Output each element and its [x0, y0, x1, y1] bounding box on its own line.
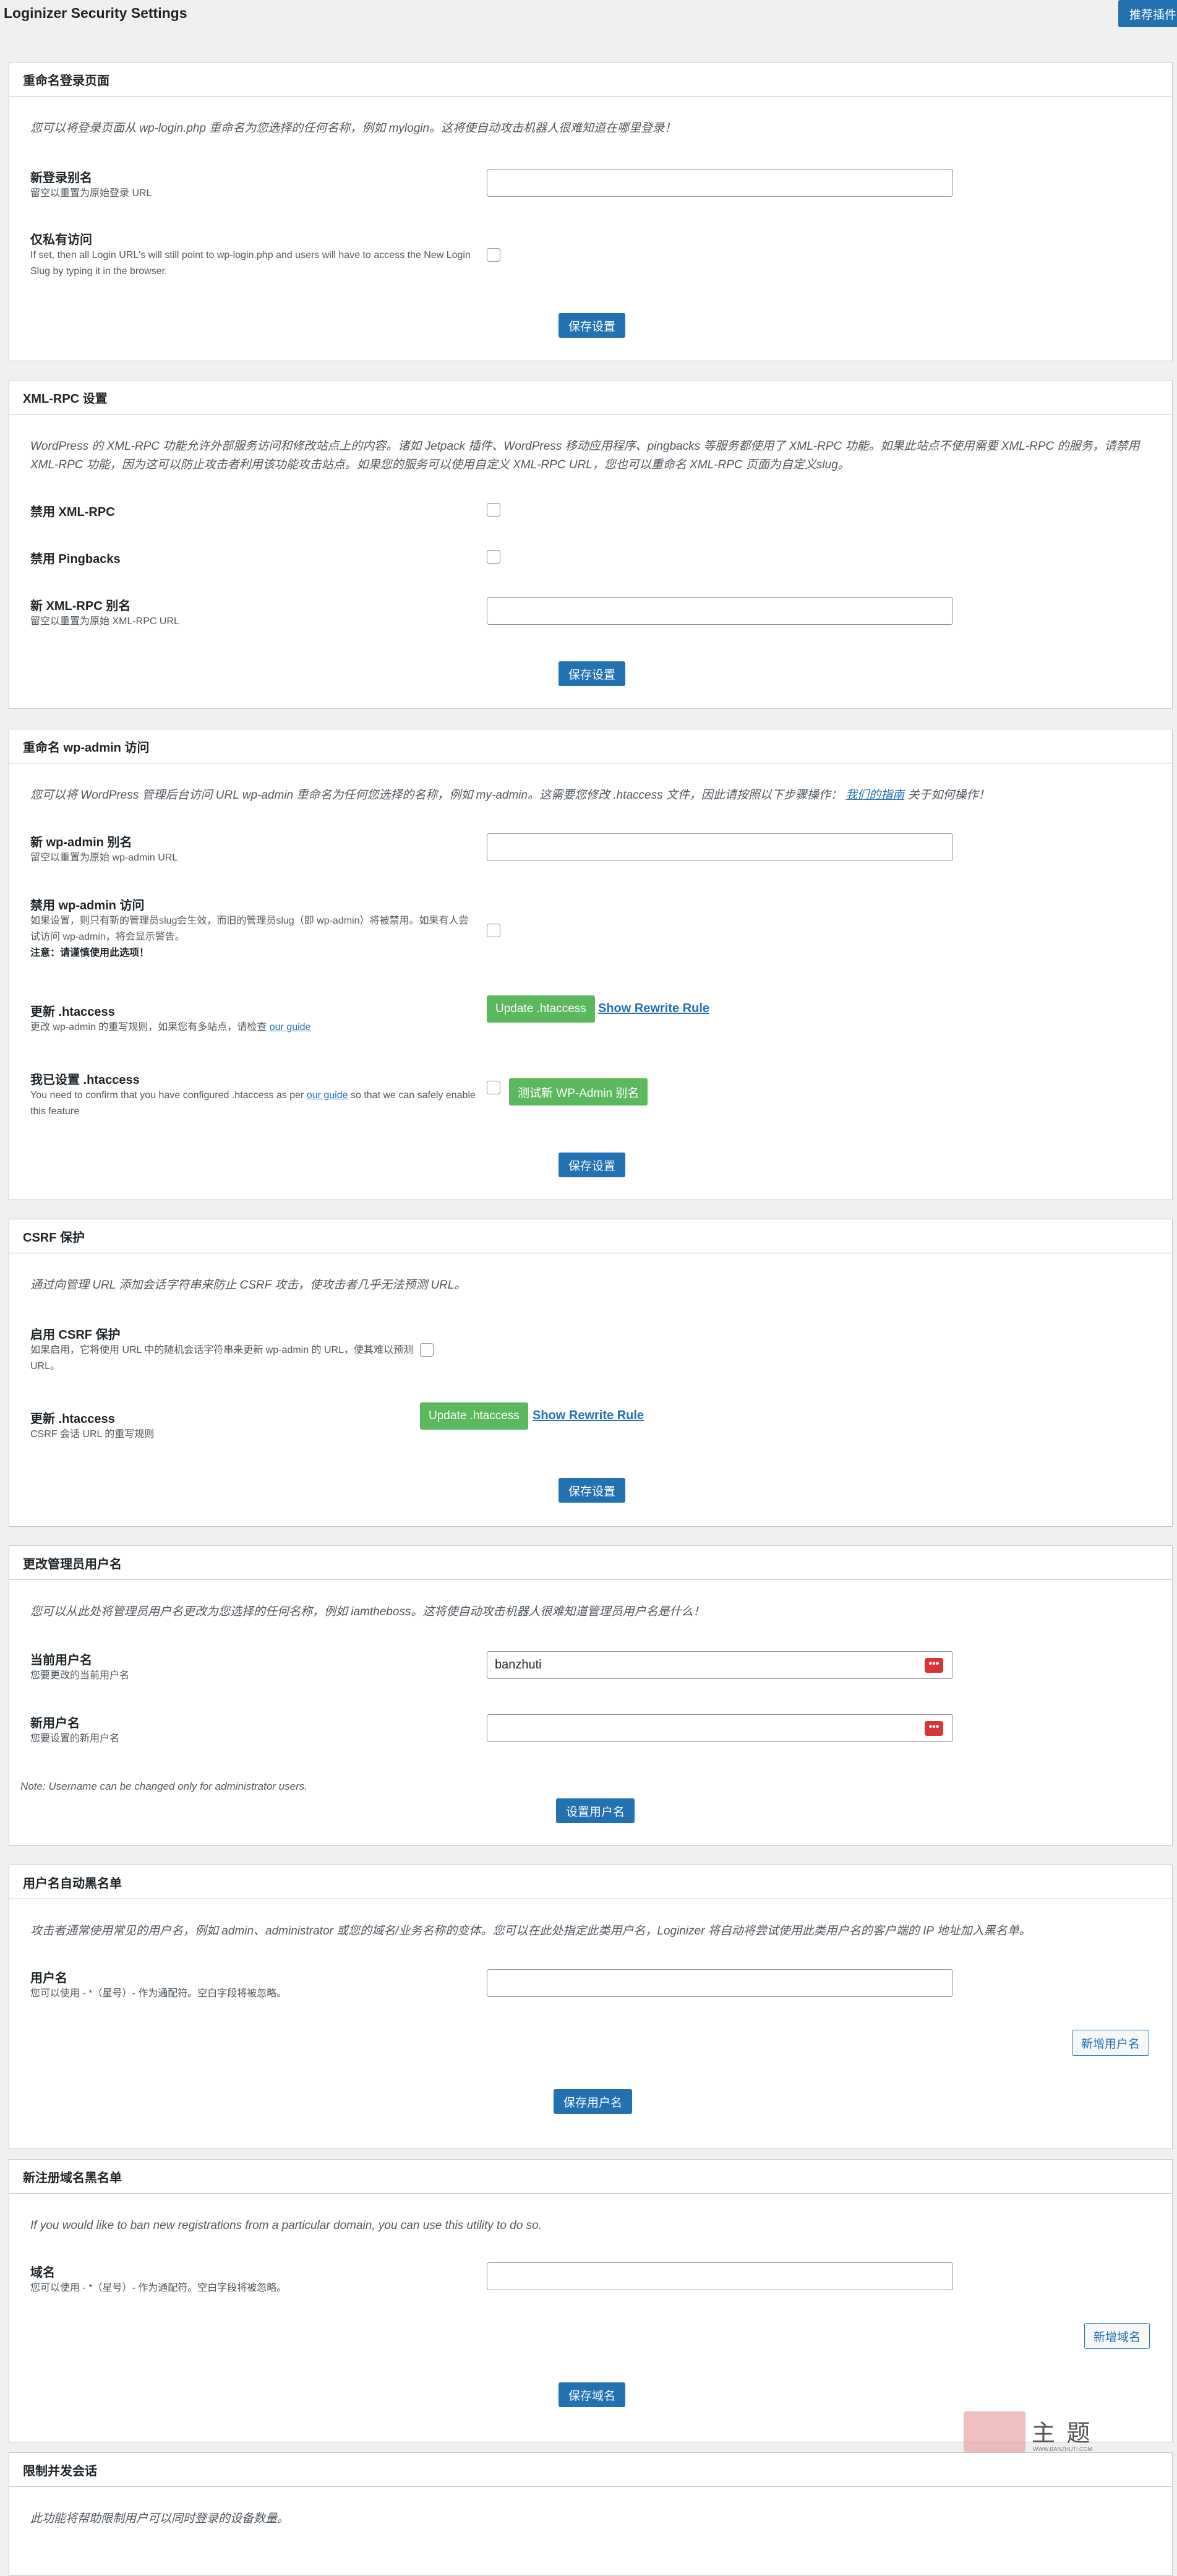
current-username-input[interactable] [487, 1651, 953, 1679]
current-username-help: 您要更改的当前用户名 [30, 1670, 130, 1681]
admin-username-panel: 更改管理员用户名 您可以从此处将管理员用户名更改为您选择的任何名称，例如 iam… [9, 1545, 1173, 1846]
panel-title: CSRF 保护 [9, 1219, 1172, 1253]
private-access-checkbox[interactable] [487, 248, 500, 262]
panel-description: 攻击者通常使用常见的用户名，例如 admin、administrator 或您的… [30, 1925, 1031, 1938]
show-rewrite-rule-link[interactable]: Show Rewrite Rule [533, 1409, 644, 1423]
enable-csrf-checkbox[interactable] [420, 1343, 434, 1357]
disable-wpadmin-checkbox[interactable] [487, 924, 500, 937]
wpadmin-slug-label: 新 wp-admin 别名 [30, 836, 132, 849]
htaccess-configured-help-text: You need to confirm that you have config… [30, 1090, 304, 1101]
save-usernames-button[interactable]: 保存用户名 [554, 2089, 633, 2114]
blacklist-username-label: 用户名 [30, 1972, 67, 1985]
panel-description: 您可以将 WordPress 管理后台访问 URL wp-admin 重命名为任… [30, 786, 1156, 805]
update-htaccess-button[interactable]: Update .htaccess [487, 995, 595, 1023]
description-text-end: 关于如何操作！ [907, 789, 990, 802]
panel-description: If you would like to ban new registratio… [30, 2219, 542, 2232]
panel-title: 限制并发会话 [9, 2453, 1172, 2487]
blacklist-domain-label: 域名 [30, 2266, 55, 2280]
show-rewrite-rule-link[interactable]: Show Rewrite Rule [598, 1002, 709, 1016]
csrf-panel: CSRF 保护 通过向管理 URL 添加会话字符串来防止 CSRF 攻击，使攻击… [9, 1219, 1173, 1527]
add-domain-button[interactable]: 新增域名 [1084, 2323, 1150, 2349]
disable-pingbacks-checkbox[interactable] [487, 550, 500, 564]
update-htaccess-label: 更新 .htaccess [30, 1005, 115, 1019]
private-access-help: If set, then all Login URL's will still … [30, 250, 471, 277]
save-settings-button[interactable]: 保存设置 [559, 1478, 626, 1503]
blacklist-domain-input[interactable] [487, 2262, 953, 2290]
panel-description: 您可以从此处将管理员用户名更改为您选择的任何名称，例如 iamtheboss。这… [30, 1605, 705, 1618]
description-text: 您可以将 WordPress 管理后台访问 URL wp-admin 重命名为任… [30, 789, 842, 802]
update-htaccess-help: CSRF 会话 URL 的重写规则 [30, 1429, 155, 1440]
login-slug-label: 新登录别名 [30, 171, 92, 185]
panel-title: XML-RPC 设置 [9, 380, 1172, 414]
enable-csrf-label: 启用 CSRF 保护 [30, 1328, 121, 1342]
disable-xmlrpc-label: 禁用 XML-RPC [30, 505, 115, 519]
panel-description: 您可以将登录页面从 wp-login.php 重命名为您选择的任何名称，例如 m… [30, 122, 677, 135]
new-username-label: 新用户名 [30, 1717, 80, 1730]
password-manager-icon[interactable]: ••• [925, 1658, 943, 1673]
wpadmin-panel: 重命名 wp-admin 访问 您可以将 WordPress 管理后台访问 UR… [9, 729, 1173, 1200]
panel-title: 新注册域名黑名单 [9, 2160, 1172, 2194]
concurrent-sessions-panel: 限制并发会话 此功能将帮助限制用户可以同时登录的设备数量。 [9, 2452, 1173, 2576]
xmlrpc-slug-input[interactable] [487, 597, 953, 625]
panel-title: 用户名自动黑名单 [9, 1865, 1172, 1899]
username-blacklist-panel: 用户名自动黑名单 攻击者通常使用常见的用户名，例如 admin、administ… [9, 1865, 1173, 2149]
update-htaccess-label: 更新 .htaccess [30, 1412, 115, 1426]
disable-xmlrpc-checkbox[interactable] [487, 503, 500, 517]
new-username-help: 您要设置的新用户名 [30, 1733, 120, 1744]
disable-wpadmin-warning: 注意：请谨慎使用此选项！ [30, 948, 150, 958]
new-username-field: ••• [487, 1714, 953, 1742]
recommended-plugins-button[interactable]: 推荐插件 [1118, 0, 1177, 27]
htaccess-configured-help: You need to confirm that you have config… [30, 1088, 476, 1120]
panel-title: 重命名登录页面 [9, 62, 1172, 97]
login-slug-input[interactable] [487, 169, 953, 197]
wpadmin-slug-help: 留空以重置为原始 wp-admin URL [30, 852, 178, 863]
add-username-button[interactable]: 新增用户名 [1072, 2030, 1150, 2056]
our-guide-link[interactable]: our guide [307, 1090, 348, 1101]
disable-wpadmin-label: 禁用 wp-admin 访问 [30, 899, 145, 912]
domain-blacklist-panel: 新注册域名黑名单 If you would like to ban new re… [9, 2159, 1173, 2442]
save-domains-button[interactable]: 保存域名 [559, 2382, 626, 2407]
xmlrpc-slug-help: 留空以重置为原始 XML-RPC URL [30, 616, 179, 627]
panel-title: 重命名 wp-admin 访问 [9, 729, 1172, 763]
save-settings-button[interactable]: 保存设置 [559, 1153, 626, 1177]
htaccess-configured-checkbox[interactable] [487, 1081, 500, 1094]
our-guide-link[interactable]: our guide [270, 1022, 311, 1033]
watermark-text: 主 题 [1032, 2421, 1093, 2447]
blacklist-domain-help: 您可以使用 - *（星号）- 作为通配符。空白字段将被忽略。 [30, 2283, 287, 2293]
page-title: Loginizer Security Settings [4, 5, 187, 21]
set-username-button[interactable]: 设置用户名 [556, 1798, 635, 1823]
disable-pingbacks-label: 禁用 Pingbacks [30, 552, 121, 566]
watermark-subtext: WWW.BANZHUTI.COM [1033, 2446, 1092, 2452]
update-htaccess-help: 更改 wp-admin 的重写规则，如果您有多站点，请检查 our guide [30, 1020, 476, 1036]
save-settings-button[interactable]: 保存设置 [559, 313, 626, 338]
our-guide-link[interactable]: 我们的指南 [845, 789, 904, 802]
site-watermark: 主 题 WWW.BANZHUTI.COM [964, 2411, 1112, 2455]
test-wpadmin-slug-button[interactable]: 测试新 WP-Admin 别名 [509, 1078, 648, 1106]
enable-csrf-help: 如果启用，它将使用 URL 中的随机会话字符串来更新 wp-admin 的 UR… [30, 1345, 414, 1372]
disable-wpadmin-help: 如果设置，则只有新的管理员slug会生效，而旧的管理员slug（即 wp-adm… [30, 916, 469, 942]
update-htaccess-help-text: 更改 wp-admin 的重写规则，如果您有多站点，请检查 [30, 1022, 267, 1033]
xmlrpc-slug-label: 新 XML-RPC 别名 [30, 599, 131, 613]
blacklist-username-input[interactable] [487, 1969, 953, 1997]
panel-description: 此功能将帮助限制用户可以同时登录的设备数量。 [30, 2512, 289, 2525]
blacklist-username-help: 您可以使用 - *（星号）- 作为通配符。空白字段将被忽略。 [30, 1988, 287, 1999]
htaccess-configured-label: 我已设置 .htaccess [30, 1073, 140, 1087]
username-note: Note: Username can be changed only for a… [20, 1780, 307, 1792]
new-username-input[interactable] [487, 1714, 953, 1742]
password-manager-icon[interactable]: ••• [925, 1721, 943, 1736]
current-username-field: ••• [487, 1651, 953, 1679]
update-htaccess-button[interactable]: Update .htaccess [420, 1402, 528, 1430]
login-slug-help: 留空以重置为原始登录 URL [30, 188, 152, 199]
save-settings-button[interactable]: 保存设置 [559, 661, 626, 686]
current-username-label: 当前用户名 [30, 1654, 92, 1667]
rename-login-panel: 重命名登录页面 您可以将登录页面从 wp-login.php 重命名为您选择的任… [9, 62, 1173, 361]
panel-description: WordPress 的 XML-RPC 功能允许外部服务访问和修改站点上的内容。… [30, 440, 1140, 471]
private-access-label: 仅私有访问 [30, 233, 92, 247]
panel-title: 更改管理员用户名 [9, 1546, 1172, 1580]
watermark-logo-icon [964, 2411, 1025, 2452]
wpadmin-slug-input[interactable] [487, 833, 953, 861]
xmlrpc-panel: XML-RPC 设置 WordPress 的 XML-RPC 功能允许外部服务访… [9, 380, 1173, 709]
panel-description: 通过向管理 URL 添加会话字符串来防止 CSRF 攻击，使攻击者几乎无法预测 … [30, 1279, 466, 1292]
